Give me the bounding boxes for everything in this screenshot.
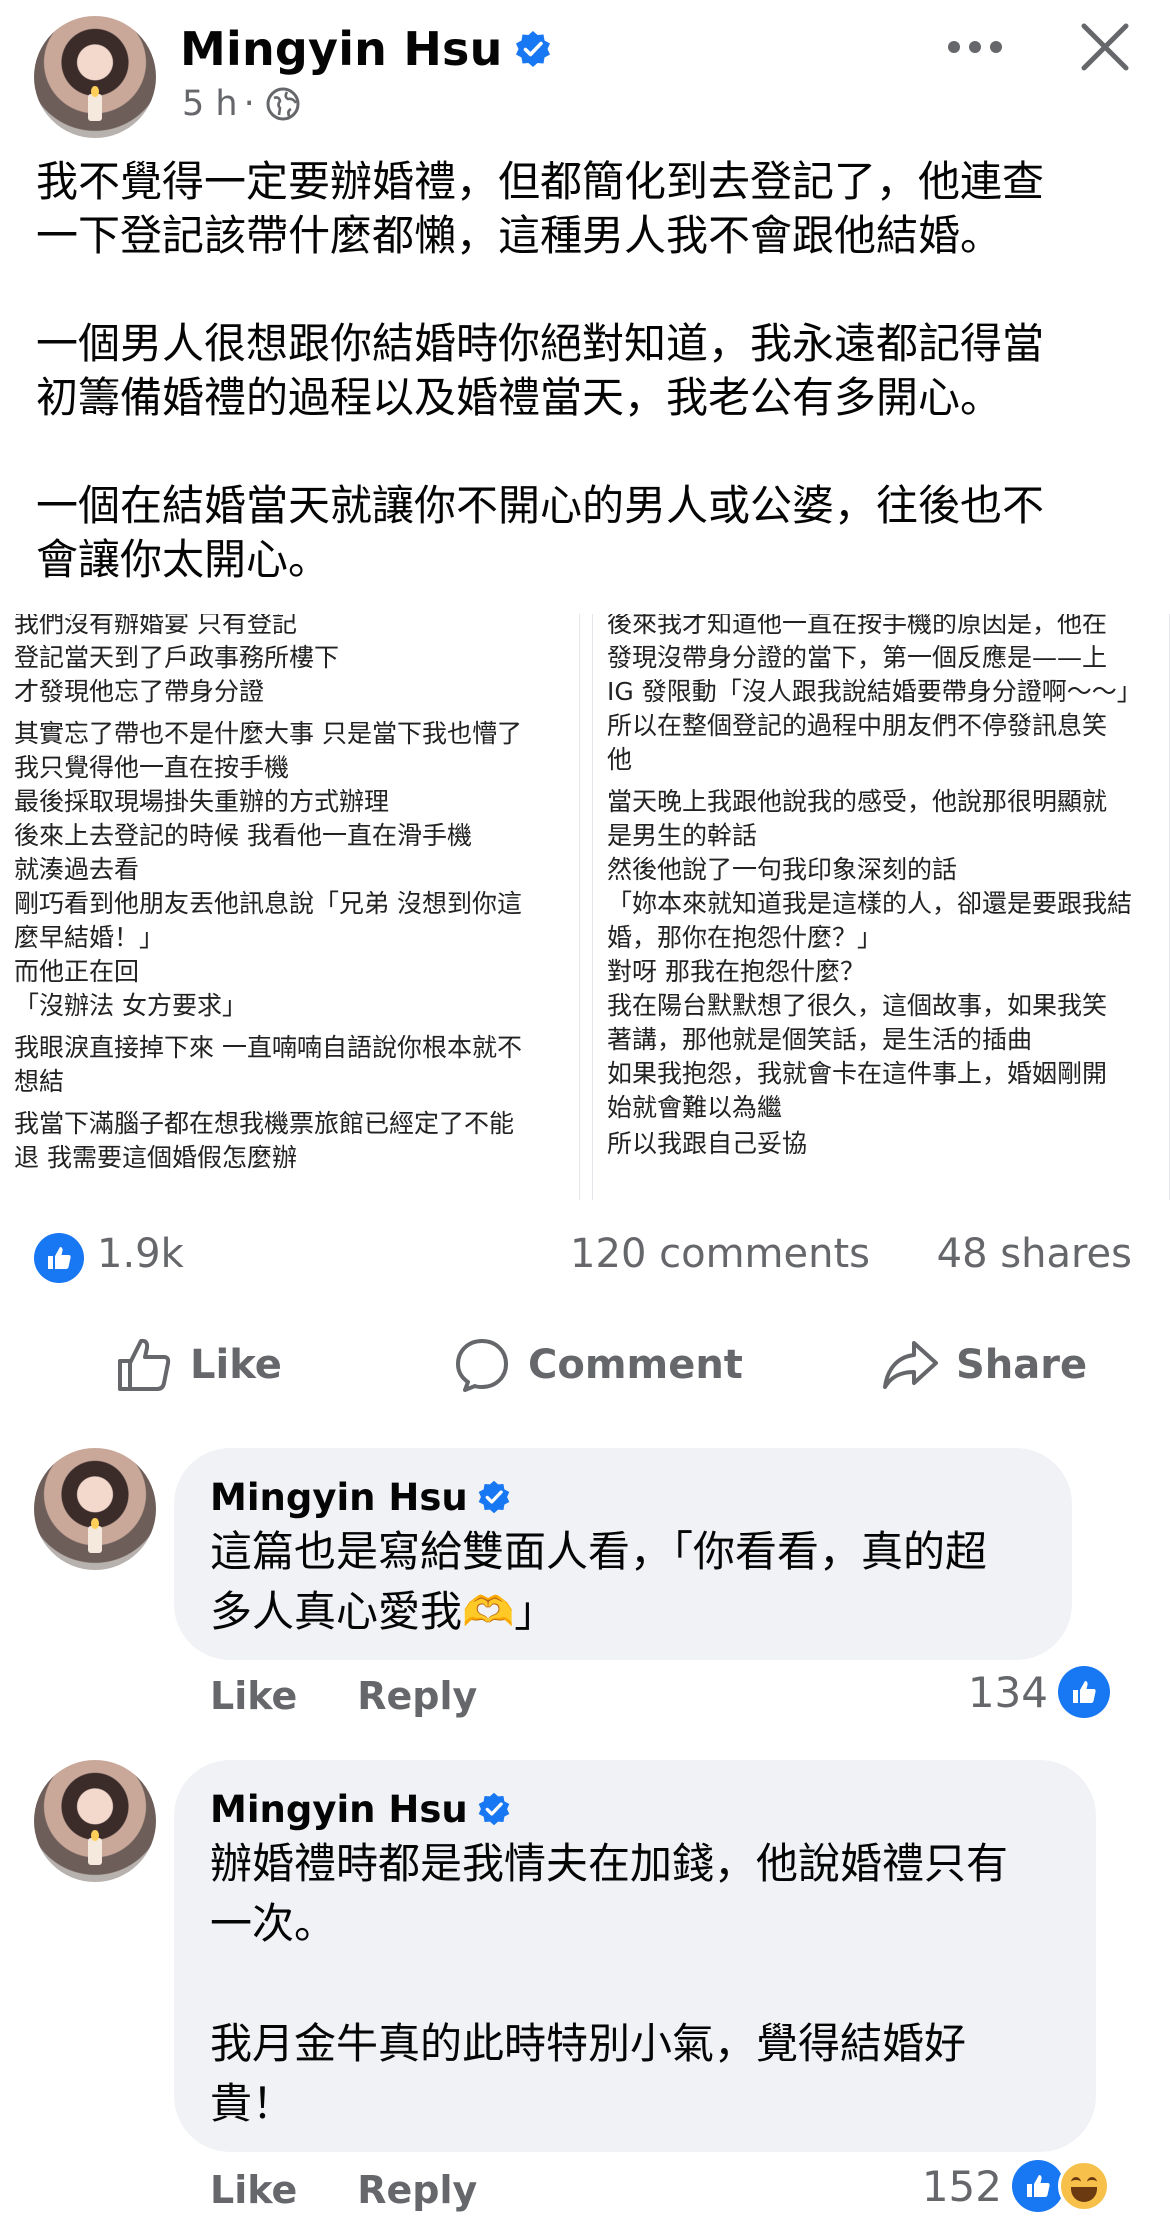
image-text-line: 後來我才知道他一直在按手機的原因是，他在 bbox=[607, 614, 1108, 638]
image-text-line: 登記當天到了戶政事務所樓下 bbox=[14, 643, 340, 672]
post-images[interactable]: 我們沒有辦婚宴 只有登記登記當天到了戶政事務所樓下 才發現他忘了帶身分證其實忘了帶… bbox=[0, 614, 1170, 1200]
image-text-line: 我們沒有辦婚宴 只有登記 bbox=[14, 614, 297, 638]
comment-author-text[interactable]: Mingyin Hsu bbox=[210, 1788, 468, 1831]
image-text-line: 退 我需要這個婚假怎麼辦 bbox=[14, 1143, 297, 1172]
post-stats: 1.9k 120 comments 48 shares bbox=[0, 1225, 1170, 1295]
comment-author[interactable]: Mingyin Hsu bbox=[210, 1788, 1060, 1832]
image-text-line: 「沒辦法 女方要求」 bbox=[14, 991, 247, 1020]
comment-reactions[interactable]: 134 bbox=[968, 1666, 1110, 1718]
haha-icon bbox=[1058, 2160, 1110, 2212]
post-image-right[interactable]: 後來我才知道他一直在按手機的原因是，他在發現沒帶身分證的當下，第一個反應是——上… bbox=[592, 614, 1170, 1200]
meta-separator: · bbox=[243, 84, 255, 124]
image-text-line: 所以我跟自己妥協 bbox=[607, 1129, 808, 1158]
comment-like-button[interactable]: Like bbox=[210, 2168, 297, 2212]
post-header: Mingyin Hsu 5 h · bbox=[0, 0, 1170, 150]
comment-reply-button[interactable]: Reply bbox=[357, 1674, 477, 1718]
close-icon[interactable] bbox=[1070, 12, 1140, 82]
image-text-line: 他 bbox=[607, 745, 633, 774]
image-text-line: 就湊過去看 bbox=[14, 855, 140, 884]
verified-icon bbox=[515, 31, 550, 67]
verified-icon bbox=[478, 1480, 509, 1514]
comment-like-button[interactable]: Like bbox=[210, 1674, 297, 1718]
image-text-line: 想結 bbox=[14, 1067, 65, 1096]
like-label: Like bbox=[190, 1342, 282, 1388]
share-icon bbox=[883, 1341, 938, 1389]
like-reaction-icon[interactable] bbox=[34, 1233, 84, 1283]
image-text-line: 其實忘了帶也不是什麼大事 只是當下我也懵了 bbox=[14, 719, 522, 748]
image-text-line: 我只覺得他一直在按手機 bbox=[14, 753, 290, 782]
comment-avatar[interactable] bbox=[34, 1448, 156, 1570]
image-text-line: 然後他說了一句我印象深刻的話 bbox=[607, 855, 958, 884]
comment-reaction-count: 134 bbox=[967, 1667, 1048, 1717]
image-text-line: 著講，那他就是個笑話，是生活的插曲 bbox=[607, 1025, 1033, 1054]
reactions-count[interactable]: 1.9k bbox=[97, 1231, 184, 1277]
comment-text: 這篇也是寫給雙面人看，「你看看，真的超 多人真心愛我🫶」 bbox=[210, 1527, 988, 1636]
post-meta: 5 h · bbox=[182, 84, 301, 124]
post-action-bar: Like Comment Share bbox=[0, 1320, 1170, 1410]
share-button[interactable]: Share bbox=[880, 1320, 1087, 1410]
comment-label: Comment bbox=[528, 1342, 743, 1388]
image-text-line: 始就會難以為繼 bbox=[607, 1093, 783, 1122]
image-text-line: 是男生的幹話 bbox=[607, 821, 758, 850]
more-options-button[interactable] bbox=[940, 20, 1010, 74]
more-icon bbox=[948, 41, 960, 53]
like-button[interactable]: Like bbox=[114, 1320, 282, 1410]
comments-count[interactable]: 120 comments bbox=[570, 1231, 870, 1277]
comment-reaction-count: 152 bbox=[921, 2161, 1002, 2211]
image-text-line: 發現沒帶身分證的當下，第一個反應是——上 bbox=[607, 643, 1108, 672]
image-text-line: 所以在整個登記的過程中朋友們不停發訊息笑 bbox=[607, 711, 1108, 740]
image-text-line: 婚，那你在抱怨什麼？」 bbox=[607, 923, 883, 952]
comment-reply-button[interactable]: Reply bbox=[357, 2168, 477, 2212]
image-text-line: 我眼淚直接掉下來 一直喃喃自語說你根本就不 bbox=[14, 1033, 522, 1062]
image-text-line: 當天晚上我跟他說我的感受，他說那很明顯就 bbox=[607, 787, 1108, 816]
author-avatar[interactable] bbox=[34, 16, 156, 138]
like-icon bbox=[118, 1338, 171, 1391]
image-text-line: 我當下滿腦子都在想我機票旅館已經定了不能 bbox=[14, 1109, 515, 1138]
comment-author[interactable]: Mingyin Hsu bbox=[210, 1476, 1036, 1520]
image-text-line: 如果我抱怨，我就會卡在這件事上，婚姻剛開 bbox=[607, 1059, 1108, 1088]
post-text: 我不覺得一定要辦婚禮，但都簡化到去登記了，他連查 一下登記該帶什麼都懶，這種男人… bbox=[36, 157, 1045, 584]
comment-actions: Like Reply bbox=[210, 1674, 477, 1718]
image-text-line: 而他正在回 bbox=[14, 957, 140, 986]
post-time[interactable]: 5 h bbox=[182, 84, 238, 124]
comment-actions: Like Reply bbox=[210, 2168, 477, 2212]
image-text-line: IG 發限動「沒人跟我說結婚要帶身分證啊～～」 bbox=[607, 677, 1142, 706]
image-text-line: 最後採取現場掛失重辦的方式辦理 bbox=[14, 787, 390, 816]
comment-reactions[interactable]: 152 bbox=[922, 2160, 1110, 2212]
comment-button[interactable]: Comment bbox=[452, 1320, 743, 1410]
author-name-text[interactable]: Mingyin Hsu bbox=[180, 22, 503, 76]
post-image-left[interactable]: 我們沒有辦婚宴 只有登記登記當天到了戶政事務所樓下 才發現他忘了帶身分證其實忘了帶… bbox=[0, 614, 580, 1200]
like-reaction-icon bbox=[1058, 1666, 1110, 1718]
comment-bubble[interactable]: Mingyin Hsu 這篇也是寫給雙面人看，「你看看，真的超 多人真心愛我🫶」 bbox=[174, 1448, 1072, 1660]
image-text-line: 才發現他忘了帶身分證 bbox=[14, 677, 265, 706]
image-text-line: 對呀 那我在抱怨什麼？ bbox=[607, 957, 865, 986]
author-name[interactable]: Mingyin Hsu bbox=[180, 22, 553, 76]
share-label: Share bbox=[956, 1342, 1088, 1388]
comment-avatar[interactable] bbox=[34, 1760, 156, 1882]
comment-bubble[interactable]: Mingyin Hsu 辦婚禮時都是我情夫在加錢，他說婚禮只有 一次。 我月金牛… bbox=[174, 1760, 1096, 2152]
shares-count[interactable]: 48 shares bbox=[937, 1231, 1132, 1277]
globe-icon bbox=[266, 87, 300, 121]
like-reaction-icon bbox=[1012, 2160, 1064, 2212]
image-text-line: 麼早結婚！」 bbox=[14, 923, 165, 952]
image-text-line: 我在陽台默默想了很久，這個故事，如果我笑 bbox=[607, 991, 1108, 1020]
verified-icon bbox=[478, 1792, 509, 1826]
image-text-line: 後來上去登記的時候 我看他一直在滑手機 bbox=[14, 821, 472, 850]
image-text-line: 剛巧看到他朋友丟他訊息說「兄弟 沒想到你這 bbox=[14, 889, 522, 918]
comment-text: 辦婚禮時都是我情夫在加錢，他說婚禮只有 一次。 我月金牛真的此時特別小氣，覺得結… bbox=[210, 1839, 1009, 2128]
image-text-line: 「妳本來就知道我是這樣的人，卻還是要跟我結 bbox=[607, 889, 1133, 918]
comment-icon bbox=[456, 1339, 508, 1392]
comment-author-text[interactable]: Mingyin Hsu bbox=[210, 1476, 468, 1519]
